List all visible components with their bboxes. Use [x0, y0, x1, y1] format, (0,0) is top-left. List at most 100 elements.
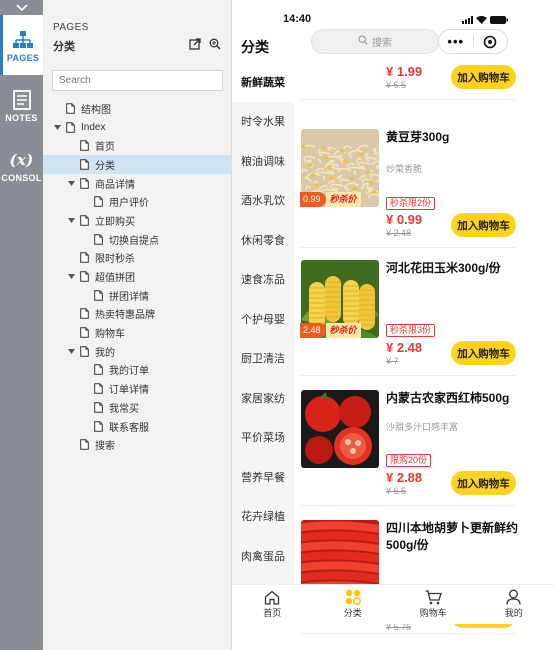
- page-tree-item[interactable]: 热卖特惠品牌: [43, 305, 231, 324]
- tab-cart[interactable]: 购物车: [393, 585, 474, 624]
- seckill-label: 秒杀价: [325, 323, 361, 338]
- product-name: 黄豆芽300g: [386, 130, 450, 144]
- page-tree-item[interactable]: 我的订单: [43, 361, 231, 380]
- tag-price: 2.48: [300, 323, 326, 338]
- user-icon: [506, 588, 521, 606]
- page-tree-item[interactable]: 购物车: [43, 323, 231, 342]
- status-time: 14:40: [283, 13, 312, 25]
- add-to-cart-button[interactable]: 加入购物车: [451, 341, 516, 365]
- pages-search-input[interactable]: [52, 70, 223, 91]
- page-tree-item[interactable]: 限时秒杀: [43, 249, 231, 268]
- category-item[interactable]: 时令水果: [232, 102, 294, 142]
- add-to-cart-button[interactable]: 加入购物车: [451, 471, 516, 495]
- category-item[interactable]: 家居家纺: [232, 378, 294, 418]
- page-tree-label: 我的订单: [109, 366, 149, 378]
- add-to-cart-button[interactable]: 加入购物车: [451, 65, 516, 89]
- cart-icon: [425, 588, 442, 606]
- category-item[interactable]: 肉禽蛋品: [232, 536, 294, 576]
- product-card[interactable]: 四川本地胡萝卜更新鲜约500g/份: [294, 520, 554, 584]
- battery-icon: [490, 13, 508, 27]
- category-item[interactable]: 平价菜场: [232, 418, 294, 458]
- product-list: 1.99秒杀价秒杀限2份¥ 1.99¥ 6.5加入购物车 0.99秒杀价 黄豆芽30…: [294, 62, 554, 584]
- page-tree-label: 切换自提点: [109, 235, 159, 247]
- product-card[interactable]: 1.99秒杀价秒杀限2份¥ 1.99¥ 6.5加入购物车: [294, 62, 554, 114]
- expand-arrow-icon[interactable]: [66, 348, 76, 354]
- add-to-cart-button[interactable]: [451, 624, 516, 628]
- product-card[interactable]: 0.99 秒杀价 黄豆芽300g 炒菜香脆 秒杀限2份 ¥ 0.99 ¥ 2.48 加入购物车: [294, 129, 554, 259]
- rail-item-notes[interactable]: NOTES: [0, 75, 43, 135]
- page-tree-item[interactable]: Index: [43, 118, 231, 137]
- page-tree-label: 我常买: [109, 403, 139, 415]
- product-desc: 沙甜多汁口感丰富: [386, 422, 459, 432]
- page-tree-label: 立即购买: [95, 216, 135, 228]
- category-item[interactable]: 营养早餐: [232, 457, 294, 497]
- page-tree-item[interactable]: 拼团详情: [43, 286, 231, 305]
- page-search-icon[interactable]: [209, 38, 221, 53]
- product-name: 四川本地胡萝卜更新鲜约500g/份: [386, 521, 519, 552]
- category-item[interactable]: 个护母婴: [232, 299, 294, 339]
- current-price: ¥ 2.88: [386, 470, 423, 485]
- page-icon: [80, 308, 89, 320]
- page-tree-label: 热卖特惠品牌: [95, 310, 155, 322]
- expand-arrow-icon[interactable]: [66, 217, 76, 223]
- page-tree-item[interactable]: 超值拼团: [43, 267, 231, 286]
- current-price: ¥ 2.48: [386, 340, 423, 355]
- product-card[interactable]: 2.48 秒杀价 河北花田玉米300g/份 秒杀限3份 ¥ 2.48 ¥ 7 加入购物车: [294, 260, 554, 390]
- page-tree-label: 拼团详情: [109, 291, 149, 303]
- page-tree-label: 分类: [95, 160, 115, 172]
- category-item[interactable]: 新鲜蔬菜: [232, 62, 294, 102]
- rail-item-console[interactable]: (x) CONSOL: [0, 135, 43, 195]
- page-tree-item[interactable]: 切换自提点: [43, 230, 231, 249]
- page-tree-label: 我的: [95, 347, 115, 359]
- miniapp-capsule: •••: [438, 29, 508, 54]
- panel-title: PAGES: [53, 22, 89, 33]
- collapse-chevron-icon[interactable]: [0, 0, 43, 15]
- page-tree-item[interactable]: 用户评价: [43, 192, 231, 211]
- page-tree-item[interactable]: 搜索: [43, 435, 231, 454]
- seckill-tag: 2.48 秒杀价: [300, 323, 361, 338]
- tab-mine[interactable]: 我的: [474, 585, 554, 624]
- page-tree-item[interactable]: 联系客服: [43, 417, 231, 436]
- page-tree-item[interactable]: 分类: [43, 155, 231, 174]
- limit-badge: 秒杀限3份: [386, 324, 436, 337]
- tab-category[interactable]: 分类: [313, 585, 394, 624]
- seckill-tag: 0.99 秒杀价: [300, 192, 361, 207]
- expand-arrow-icon[interactable]: [66, 274, 76, 280]
- category-item[interactable]: 粮油调味: [232, 141, 294, 181]
- page-tree-item[interactable]: 我的: [43, 342, 231, 361]
- page-tree-item[interactable]: 首页: [43, 136, 231, 155]
- page-tree: 结构图 Index 首页分类商品详情用户评价立即购买切换自提点限时秒杀 超值拼团拼团详…: [43, 99, 231, 454]
- category-item[interactable]: 速食冻品: [232, 260, 294, 300]
- page-tree-item[interactable]: 立即购买: [43, 211, 231, 230]
- expand-arrow-icon[interactable]: [66, 180, 76, 186]
- page-icon: [80, 345, 89, 357]
- tab-home[interactable]: 首页: [232, 585, 313, 624]
- limit-badge: 限购20份: [386, 454, 432, 467]
- page-tree-label: 联系客服: [109, 422, 149, 434]
- category-item[interactable]: 休闲零食: [232, 220, 294, 260]
- page-tree-label: 用户评价: [109, 198, 149, 210]
- old-price: ¥ 2.48: [386, 228, 412, 238]
- more-menu-button[interactable]: •••: [439, 34, 473, 49]
- product-search-input[interactable]: 搜索: [311, 29, 439, 54]
- page-tree-item[interactable]: 订单详情: [43, 379, 231, 398]
- rail-item-pages[interactable]: PAGES: [0, 15, 43, 75]
- product-image[interactable]: [301, 390, 379, 468]
- page-icon: [94, 383, 103, 394]
- bottom-tab-bar: 首页 分类 购物车 我的: [232, 584, 554, 624]
- page-tree-item[interactable]: 我常买: [43, 398, 231, 417]
- close-miniapp-button[interactable]: [473, 35, 507, 49]
- product-image[interactable]: [301, 520, 379, 584]
- page-tree-item[interactable]: 结构图: [43, 99, 231, 118]
- category-item[interactable]: 花卉绿植: [232, 497, 294, 537]
- wifi-icon: [476, 13, 487, 27]
- page-icon: [80, 327, 89, 338]
- export-icon[interactable]: [189, 38, 201, 53]
- expand-arrow-icon[interactable]: [52, 124, 62, 130]
- page-tree-item[interactable]: 商品详情: [43, 174, 231, 193]
- product-card[interactable]: 内蒙古农家西红柿500g 沙甜多汁口感丰富 限购20份 ¥ 2.88 ¥ 6.5 加入购物…: [294, 390, 554, 520]
- add-to-cart-button[interactable]: 加入购物车: [451, 213, 516, 237]
- page-icon: [94, 402, 103, 413]
- category-item[interactable]: 厨卫清洁: [232, 339, 294, 379]
- category-item[interactable]: 酒水乳饮: [232, 181, 294, 221]
